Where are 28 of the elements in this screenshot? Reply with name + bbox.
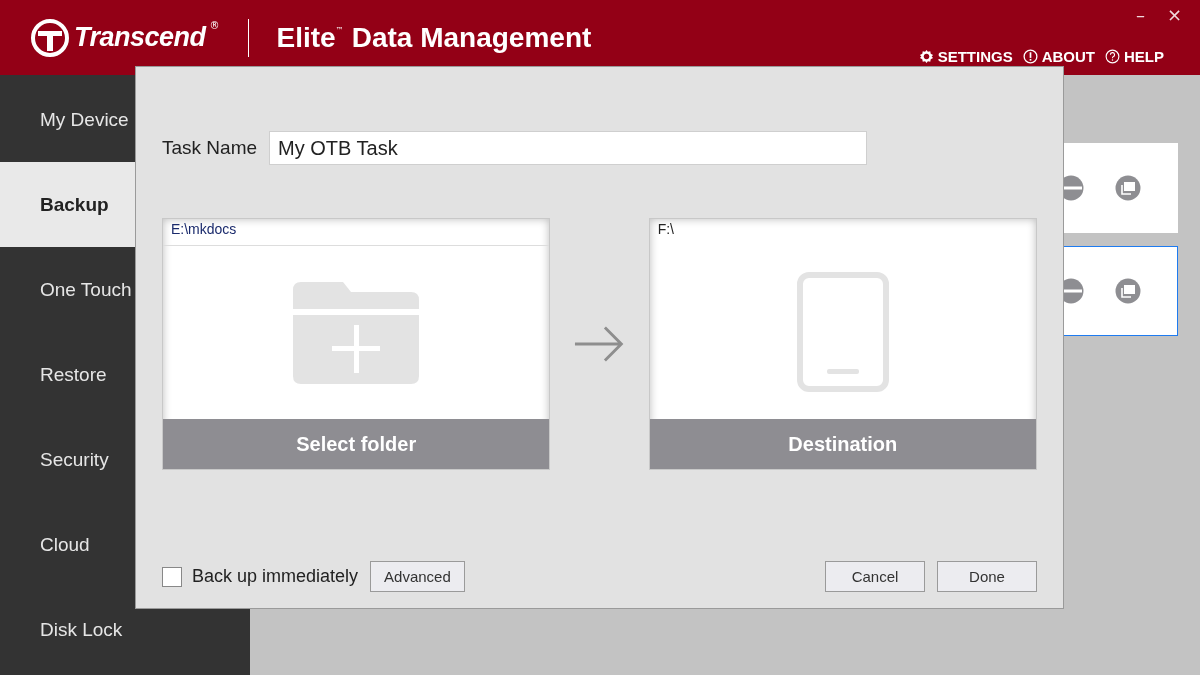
brand-logo-icon — [30, 17, 70, 58]
product-name: Data Management — [351, 21, 592, 54]
help-icon — [1105, 49, 1120, 64]
destination-path: F:\ — [656, 220, 675, 239]
help-link[interactable]: HELP — [1105, 48, 1164, 65]
tablet-icon — [796, 272, 889, 392]
gear-icon — [918, 49, 934, 64]
trademark-mark: ™ — [335, 25, 344, 35]
task-name-label: Task Name — [162, 137, 258, 159]
source-path: E:\mkdocs — [163, 219, 550, 246]
done-button[interactable]: Done — [937, 561, 1037, 592]
advanced-button[interactable]: Advanced — [370, 561, 465, 592]
about-link[interactable]: ABOUT — [1022, 48, 1095, 65]
product-logo: Elite — [276, 21, 336, 54]
copy-icon[interactable] — [1115, 278, 1141, 304]
cancel-button[interactable]: Cancel — [825, 561, 925, 592]
close-button[interactable]: × — [1166, 4, 1182, 25]
copy-icon[interactable] — [1115, 175, 1141, 201]
registered-mark: ® — [209, 19, 220, 31]
task-name-field[interactable]: My OTB Task — [269, 131, 868, 165]
folder-add-icon — [293, 281, 420, 384]
settings-link[interactable]: SETTINGS — [918, 48, 1013, 65]
backup-immediately-label: Back up immediately — [192, 566, 359, 587]
backup-immediately-checkbox[interactable] — [162, 566, 182, 587]
info-icon — [1022, 49, 1038, 64]
brand-name: Transcend — [74, 22, 206, 53]
minimize-button[interactable]: – — [1135, 4, 1145, 25]
arrow-icon — [574, 325, 625, 363]
